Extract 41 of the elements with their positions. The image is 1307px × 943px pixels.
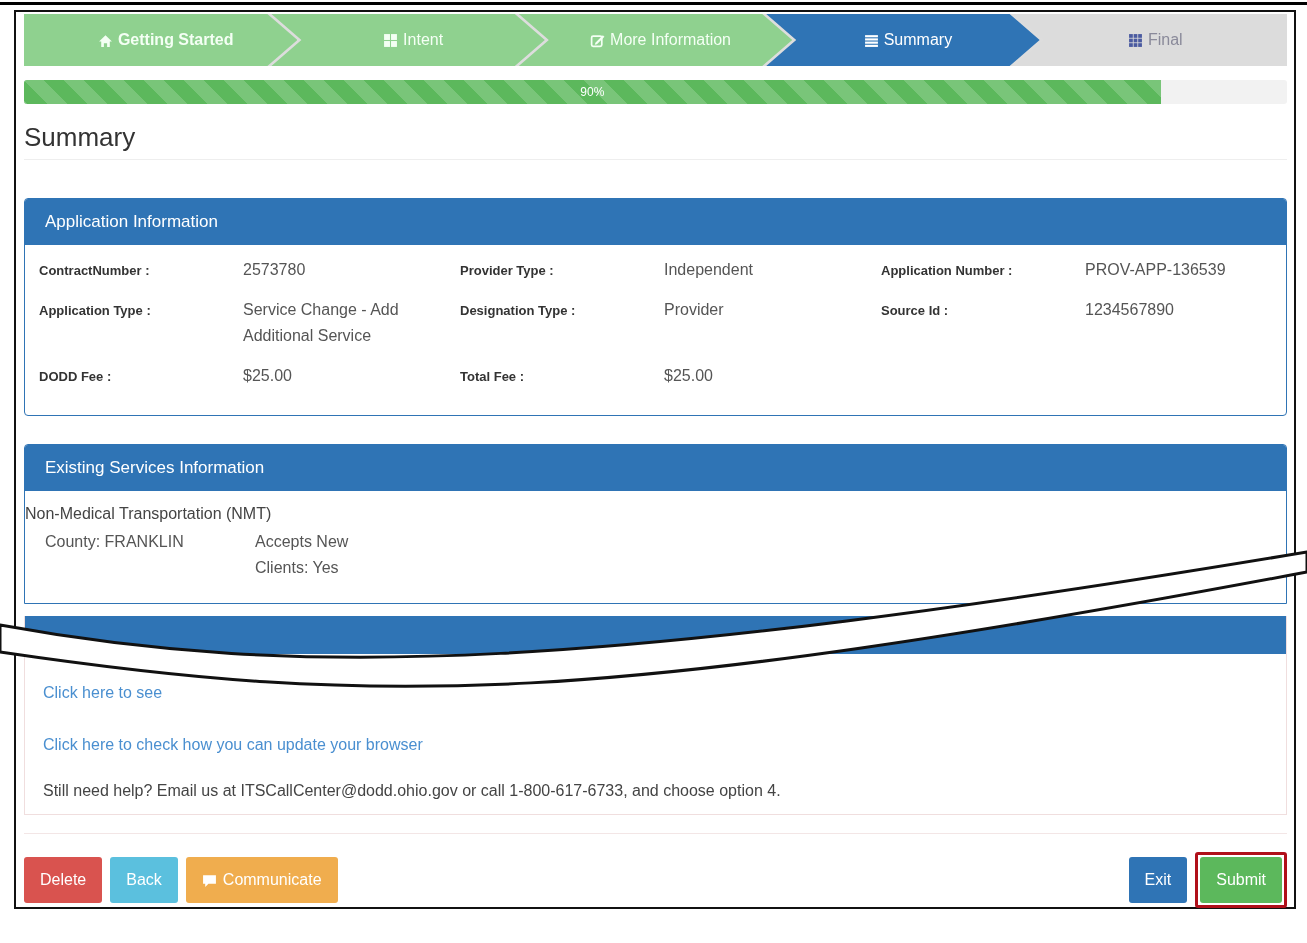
- field-label: Application Type :: [39, 302, 152, 318]
- county-text: County: FRANKLIN: [45, 532, 185, 552]
- blocks-icon: [383, 32, 399, 48]
- action-button[interactable]: Back: [110, 857, 178, 903]
- field-label: ContractNumber :: [39, 262, 151, 278]
- help-link[interactable]: Click here to see: [43, 684, 163, 702]
- panel-header: Existing Services Information: [25, 445, 1286, 491]
- progress-label: 90%: [580, 85, 605, 99]
- wizard-step[interactable]: Getting Started: [24, 14, 298, 66]
- field-label: Source Id :: [881, 302, 950, 318]
- field-value: Service Change - Add Additional Service: [243, 300, 400, 346]
- panel-header: Application Information: [25, 199, 1286, 245]
- field-value: PROV-APP-136539: [1085, 260, 1227, 280]
- grid-icon: [1128, 32, 1143, 48]
- speech-bubble-icon: [201, 872, 217, 888]
- wizard-step[interactable]: Intent: [271, 14, 545, 66]
- home-icon: [97, 32, 113, 48]
- action-button[interactable]: Exit: [1128, 857, 1188, 903]
- help-text: Still need help? Email us at ITSCallCenter@dodd.ohio.gov or call 1-800-617-6733, and choose option 4.: [43, 781, 782, 801]
- action-button[interactable]: Communicate: [185, 857, 338, 903]
- field-label: Application Number :: [881, 262, 1014, 278]
- field-value: $25.00: [664, 366, 714, 386]
- service-name: Non-Medical Transportation (NMT): [25, 504, 273, 524]
- field-value: $25.00: [243, 366, 293, 386]
- field-label: DODD Fee :: [39, 368, 113, 384]
- field-label: Designation Type :: [460, 302, 577, 318]
- edit-icon: [590, 32, 606, 48]
- action-button[interactable]: Submit: [1200, 857, 1282, 903]
- field-value: 1234567890: [1085, 300, 1175, 320]
- action-button[interactable]: Delete: [24, 857, 103, 903]
- field-label: Provider Type :: [460, 262, 555, 278]
- field-value: Provider: [664, 300, 725, 320]
- list-icon: [863, 32, 879, 48]
- field-value: 2573780: [243, 260, 307, 280]
- field-value: Independent: [664, 260, 754, 280]
- page-heading: Summary: [24, 122, 1287, 160]
- help-link[interactable]: Click here to check how you can update your browser: [43, 736, 423, 754]
- field-label: Total Fee :: [460, 368, 526, 384]
- wizard-step[interactable]: Summary: [766, 14, 1040, 66]
- accepts-text: Accepts New Clients: Yes: [255, 532, 350, 578]
- wizard-step[interactable]: More Information: [518, 14, 793, 66]
